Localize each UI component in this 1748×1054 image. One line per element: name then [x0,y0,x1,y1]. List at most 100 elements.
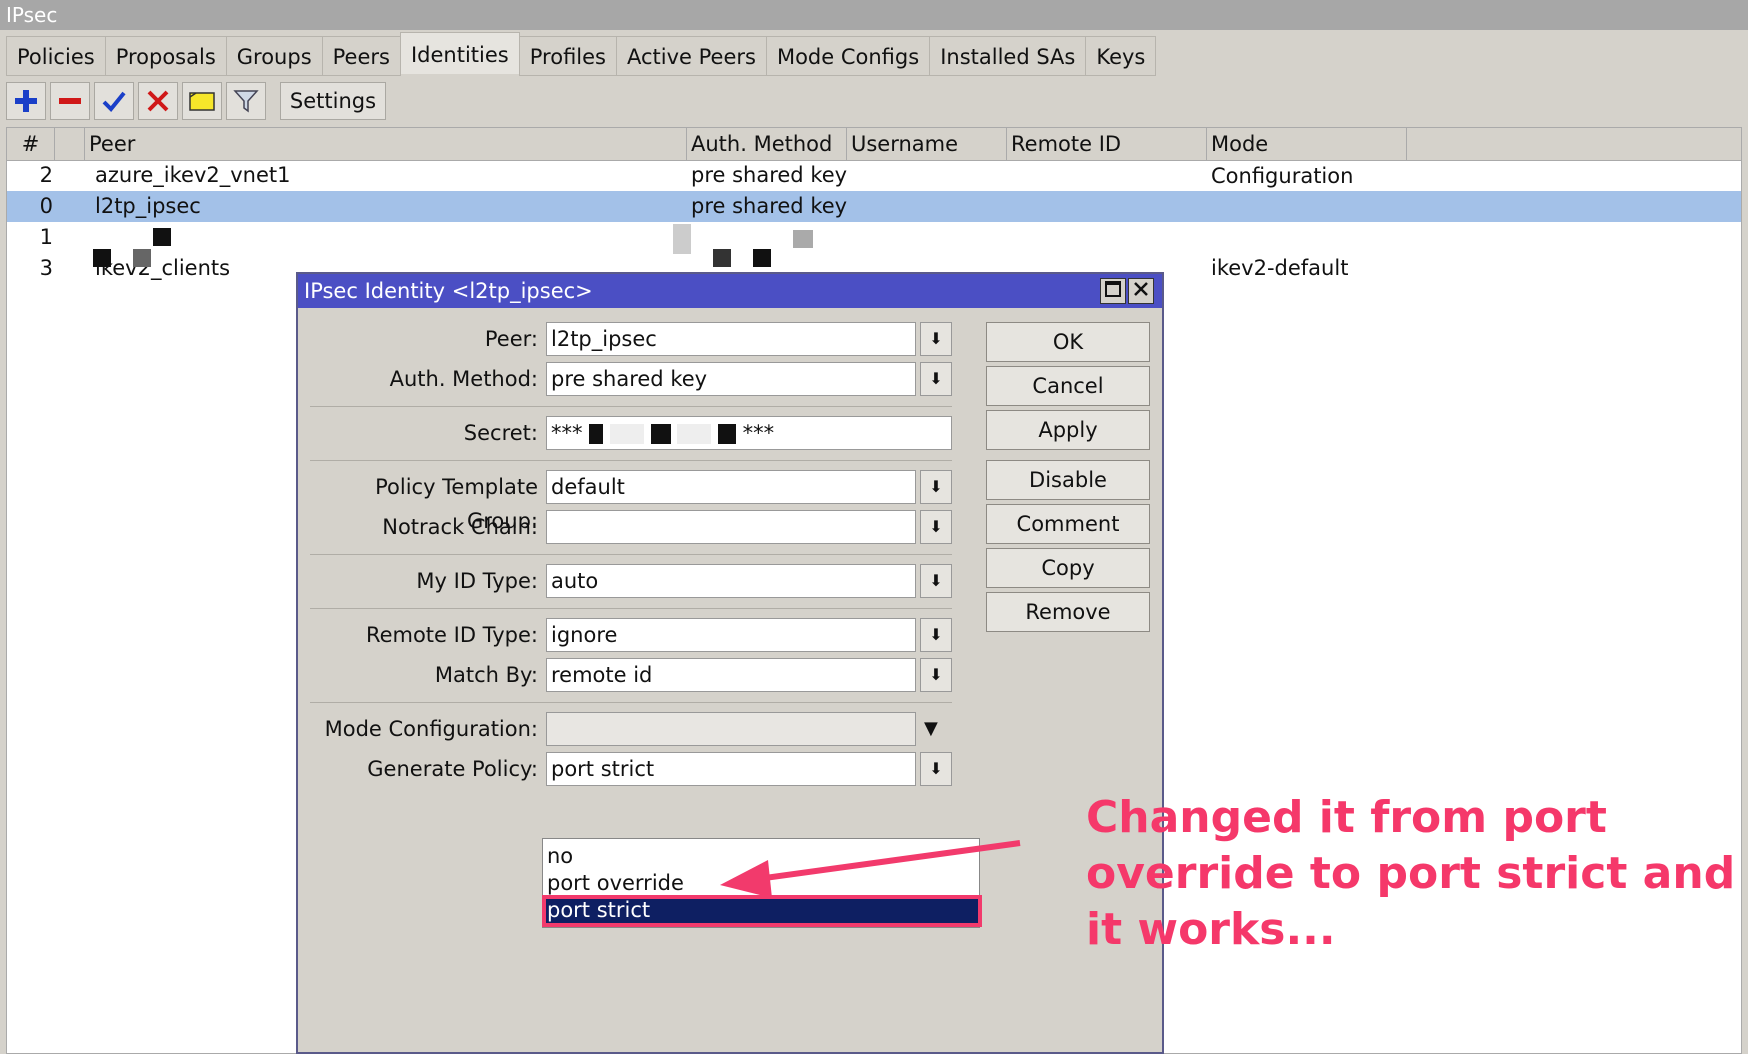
col-peer[interactable]: Peer [85,128,687,160]
toolbar: Settings [6,80,390,122]
ok-button[interactable]: OK [986,322,1150,362]
row-peer: azure_ikev2_vnet1 [95,163,291,187]
redaction-block [153,228,171,246]
row-mode: ikev2-default [1211,256,1349,280]
auth-method-dropdown-button[interactable]: ⬇ [920,362,952,396]
mode-configuration-label: Mode Configuration: [324,717,538,741]
dropdown-arrow-icon: ⬇ [929,517,943,536]
divider [310,554,952,555]
window-title: IPsec [0,0,1748,30]
filter-icon [233,90,259,113]
dropdown-arrow-icon: ⬇ [929,625,943,644]
redaction-block [677,424,712,444]
dropdown-arrow-icon: ⬇ [929,665,943,684]
redaction-block [609,424,644,444]
policy-template-group-dropdown-button[interactable]: ⬇ [920,470,952,504]
tab-groups[interactable]: Groups [225,36,323,76]
match-by-select[interactable]: remote id [546,658,916,692]
redaction-block [717,424,736,444]
my-id-type-dropdown-button[interactable]: ⬇ [920,564,952,598]
col-flags[interactable] [55,128,85,160]
col-num[interactable]: # [7,128,55,160]
divider [310,702,952,703]
comment-button[interactable] [182,82,222,120]
tab-keys[interactable]: Keys [1085,36,1157,76]
highlight-box [542,895,982,927]
table-row[interactable]: 1 [7,222,1741,254]
divider [310,608,952,609]
dropdown-arrow-icon: ⬇ [929,759,943,778]
minus-icon [59,98,81,104]
dropdown-arrow-icon: ⬇ [929,571,943,590]
dropdown-arrow-icon: ⬇ [929,369,943,388]
disable-button[interactable]: Disable [986,460,1150,500]
auth-method-select[interactable]: pre shared key [546,362,916,396]
col-username[interactable]: Username [847,128,1007,160]
auth-method-label: Auth. Method: [389,367,538,391]
col-mode-configuration[interactable]: Mode Configuration [1207,128,1407,188]
close-button[interactable] [1128,278,1154,304]
redaction-block [713,249,731,267]
divider [310,460,952,461]
add-button[interactable] [6,82,46,120]
maximize-icon [1105,281,1121,297]
ipsec-identity-dialog: IPsec Identity <l2tp_ipsec> Peer: l2tp_i… [296,272,1164,1054]
table-row[interactable]: 2 azure_ikev2_vnet1 pre shared key [7,160,1741,191]
dropdown-arrow-icon: ⬇ [929,329,943,348]
annotation-text: Changed it from port override to port st… [1086,792,1736,955]
maximize-button[interactable] [1100,278,1126,304]
remote-id-type-select[interactable]: ignore [546,618,916,652]
option-no[interactable]: no [543,843,979,869]
cancel-button[interactable]: Cancel [986,366,1150,406]
col-remote-id[interactable]: Remote ID [1007,128,1207,160]
mode-configuration-dropdown-button[interactable]: ▼ [924,712,938,746]
generate-policy-label: Generate Policy: [367,757,538,781]
redaction-block [673,224,691,254]
tab-identities[interactable]: Identities [399,32,520,74]
tab-profiles[interactable]: Profiles [518,36,617,76]
remote-id-type-dropdown-button[interactable]: ⬇ [920,618,952,652]
tab-installed-sas[interactable]: Installed SAs [929,36,1087,76]
remove-button[interactable]: Remove [986,592,1150,632]
generate-policy-select[interactable]: port strict [546,752,916,786]
row-num: 3 [39,256,53,280]
dialog-title: IPsec Identity <l2tp_ipsec> [298,274,1162,308]
row-peer: ikev2_clients [95,256,231,280]
tab-mode-configs[interactable]: Mode Configs [765,36,931,76]
tab-active-peers[interactable]: Active Peers [616,36,767,76]
apply-button[interactable]: Apply [986,410,1150,450]
option-port-override[interactable]: port override [543,870,979,896]
disable-button[interactable] [138,82,178,120]
notrack-chain-dropdown-button[interactable]: ⬇ [920,510,952,544]
remove-button[interactable] [50,82,90,120]
plus-icon [15,90,37,112]
secret-field[interactable]: *** *** [546,416,952,450]
policy-template-group-select[interactable]: default [546,470,916,504]
enable-button[interactable] [94,82,134,120]
comment-button[interactable]: Comment [986,504,1150,544]
tab-peers[interactable]: Peers [321,36,401,76]
copy-button[interactable]: Copy [986,548,1150,588]
tab-policies[interactable]: Policies [6,36,106,76]
peer-dropdown-button[interactable]: ⬇ [920,322,952,356]
generate-policy-dropdown-button[interactable]: ⬇ [920,752,952,786]
row-auth: pre shared key [691,163,848,187]
filter-button[interactable] [226,82,266,120]
table-row-selected[interactable]: 0 l2tp_ipsec pre shared key [7,191,1741,222]
chevron-down-icon: ▼ [924,718,938,739]
row-num: 1 [39,225,53,249]
row-auth: pre shared key [691,194,848,218]
my-id-type-select[interactable]: auto [546,564,916,598]
notrack-chain-select[interactable] [546,510,916,544]
tab-proposals[interactable]: Proposals [104,36,227,76]
col-auth-method[interactable]: Auth. Method [687,128,847,160]
match-by-dropdown-button[interactable]: ⬇ [920,658,952,692]
row-num: 0 [39,194,53,218]
peer-select[interactable]: l2tp_ipsec [546,322,916,356]
redaction-block [589,424,604,444]
settings-button[interactable]: Settings [280,82,386,120]
remote-id-type-label: Remote ID Type: [365,623,538,647]
close-icon [1134,282,1148,296]
mode-configuration-select[interactable] [546,712,916,746]
redaction-block [133,249,151,267]
